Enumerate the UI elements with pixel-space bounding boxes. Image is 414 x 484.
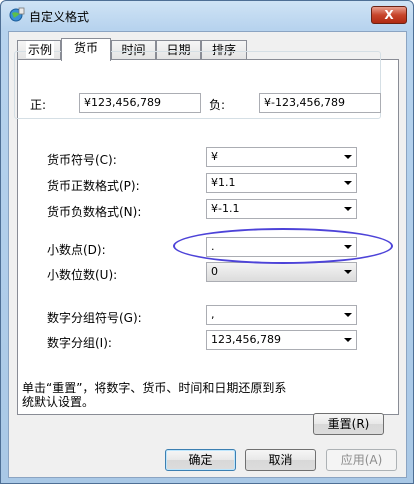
negative-format-value: ¥-1.1: [211, 202, 240, 215]
currency-symbol-label: 货币符号(C):: [47, 153, 117, 167]
chevron-down-icon: [344, 155, 352, 159]
negative-format-dropdown[interactable]: ¥-1.1: [206, 199, 357, 219]
currency-symbol-value: ¥: [211, 150, 218, 163]
digit-grouping-label: 数字分组(I):: [47, 336, 112, 350]
digit-grouping-dropdown[interactable]: 123,456,789: [206, 330, 357, 350]
grouping-symbol-dropdown[interactable]: ,: [206, 305, 357, 325]
title-bar[interactable]: 自定义格式 X: [1, 1, 413, 31]
chevron-down-icon: [344, 245, 352, 249]
globe-settings-icon: [9, 7, 25, 22]
decimal-symbol-label: 小数点(D):: [47, 243, 106, 257]
decimal-digits-value: 0: [211, 265, 218, 278]
positive-label: 正:: [30, 98, 47, 112]
apply-button[interactable]: 应用(A): [326, 449, 397, 471]
decimal-digits-label: 小数位数(U):: [47, 268, 118, 282]
chevron-down-icon: [344, 313, 352, 317]
chevron-down-icon: [344, 270, 352, 274]
digit-grouping-value: 123,456,789: [211, 333, 281, 346]
example-group-title: 示例: [26, 41, 55, 58]
negative-format-label: 货币负数格式(N):: [47, 205, 142, 219]
reset-note: 单击“重置”，将数字、货币、时间和日期还原到系统默认设置。: [22, 381, 287, 409]
window-title: 自定义格式: [29, 10, 90, 24]
cancel-button[interactable]: 取消: [245, 449, 316, 471]
ok-button[interactable]: 确定: [165, 449, 236, 471]
grouping-symbol-value: ,: [211, 308, 215, 321]
negative-label: 负:: [209, 98, 226, 112]
decimal-symbol-dropdown[interactable]: .: [206, 237, 357, 257]
grouping-symbol-label: 数字分组符号(G):: [47, 311, 142, 325]
reset-button[interactable]: 重置(R): [313, 413, 384, 435]
close-button[interactable]: X: [371, 6, 407, 24]
positive-format-dropdown[interactable]: ¥1.1: [206, 173, 357, 193]
chevron-down-icon: [344, 338, 352, 342]
positive-example-field: ¥123,456,789: [79, 93, 201, 113]
negative-example-field: ¥-123,456,789: [259, 93, 381, 113]
chevron-down-icon: [344, 181, 352, 185]
currency-symbol-dropdown[interactable]: ¥: [206, 147, 357, 167]
decimal-digits-dropdown[interactable]: 0: [206, 262, 357, 282]
decimal-symbol-value: .: [211, 240, 215, 253]
tab-currency[interactable]: 货币: [61, 38, 111, 61]
positive-format-label: 货币正数格式(P):: [47, 179, 140, 193]
chevron-down-icon: [344, 207, 352, 211]
positive-format-value: ¥1.1: [211, 176, 236, 189]
